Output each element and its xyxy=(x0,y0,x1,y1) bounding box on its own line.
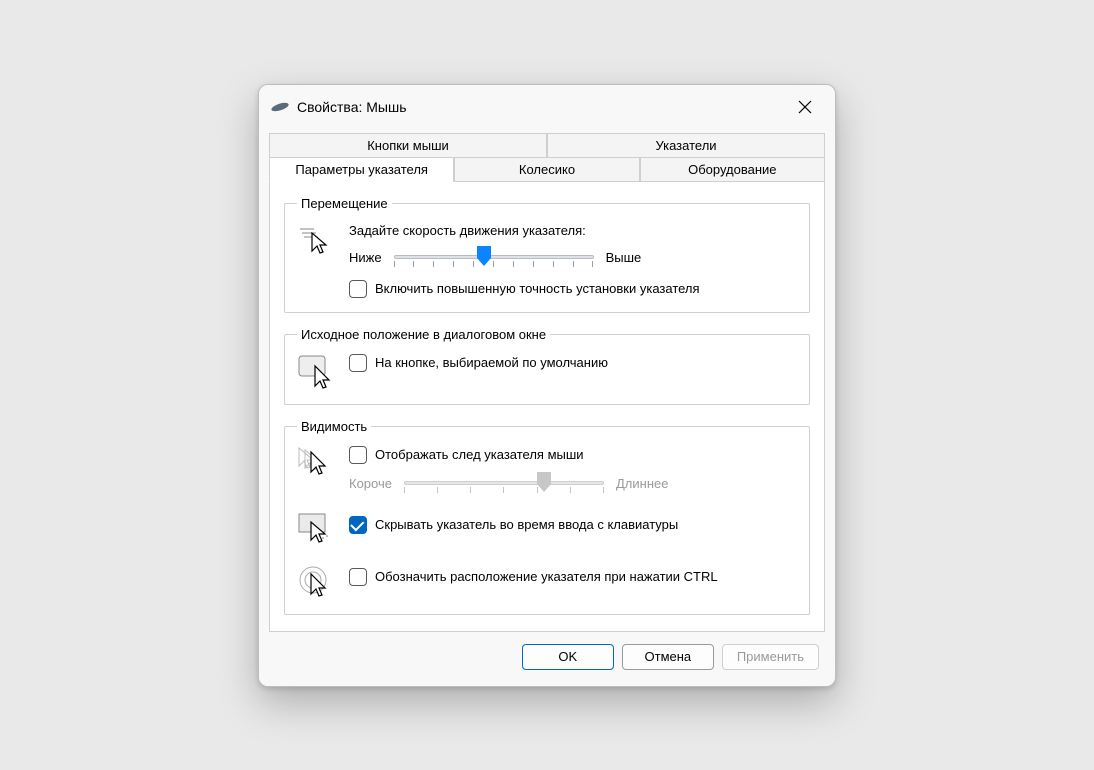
group-snapto: Исходное положение в диалоговом окне На … xyxy=(284,327,810,405)
pointer-speed-slider[interactable] xyxy=(394,248,594,268)
slider-label-faster: Выше xyxy=(606,250,642,265)
group-motion-legend: Перемещение xyxy=(297,196,392,211)
cancel-button[interactable]: Отмена xyxy=(622,644,714,670)
snapto-icon xyxy=(297,354,337,390)
tab-hardware[interactable]: Оборудование xyxy=(640,157,825,181)
close-button[interactable] xyxy=(785,93,825,121)
titlebar: Свойства: Мышь xyxy=(259,85,835,127)
tab-buttons[interactable]: Кнопки мыши xyxy=(269,133,547,157)
slider-label-slower: Ниже xyxy=(349,250,382,265)
tab-pointer-options[interactable]: Параметры указателя xyxy=(269,157,454,182)
show-location-ctrl-checkbox[interactable] xyxy=(349,568,367,586)
tab-wheel[interactable]: Колесико xyxy=(454,157,639,181)
tab-pointers[interactable]: Указатели xyxy=(547,133,825,157)
tab-content: Перемещение Задайте скорость движения ук… xyxy=(269,181,825,632)
pointer-speed-caption: Задайте скорость движения указателя: xyxy=(349,223,797,238)
dialog-footer: OK Отмена Применить xyxy=(259,632,835,686)
hide-while-typing-icon xyxy=(297,512,337,546)
pointer-speed-icon xyxy=(297,223,337,255)
show-location-ctrl-label: Обозначить расположение указателя при на… xyxy=(375,568,718,586)
enhance-precision-checkbox[interactable] xyxy=(349,280,367,298)
group-motion: Перемещение Задайте скорость движения ук… xyxy=(284,196,810,313)
ok-button[interactable]: OK xyxy=(522,644,614,670)
apply-button: Применить xyxy=(722,644,819,670)
pointer-trails-icon xyxy=(297,446,337,480)
trail-label-longer: Длиннее xyxy=(616,476,668,491)
pointer-trails-label: Отображать след указателя мыши xyxy=(375,446,584,464)
show-location-ctrl-icon xyxy=(297,564,337,600)
trail-label-shorter: Короче xyxy=(349,476,392,491)
hide-while-typing-checkbox[interactable] xyxy=(349,516,367,534)
enhance-precision-label: Включить повышенную точность установки у… xyxy=(375,280,700,298)
pointer-trails-slider xyxy=(404,474,604,494)
window-title: Свойства: Мышь xyxy=(297,99,407,115)
group-visibility-legend: Видимость xyxy=(297,419,371,434)
group-snapto-legend: Исходное положение в диалоговом окне xyxy=(297,327,550,342)
group-visibility: Видимость xyxy=(284,419,810,615)
snapto-checkbox[interactable] xyxy=(349,354,367,372)
hide-while-typing-label: Скрывать указатель во время ввода с клав… xyxy=(375,516,678,534)
pointer-trails-checkbox[interactable] xyxy=(349,446,367,464)
mouse-properties-dialog: Свойства: Мышь Кнопки мыши Указатели Пар… xyxy=(258,84,836,687)
mouse-icon xyxy=(270,101,289,113)
snapto-label: На кнопке, выбираемой по умолчанию xyxy=(375,354,608,372)
